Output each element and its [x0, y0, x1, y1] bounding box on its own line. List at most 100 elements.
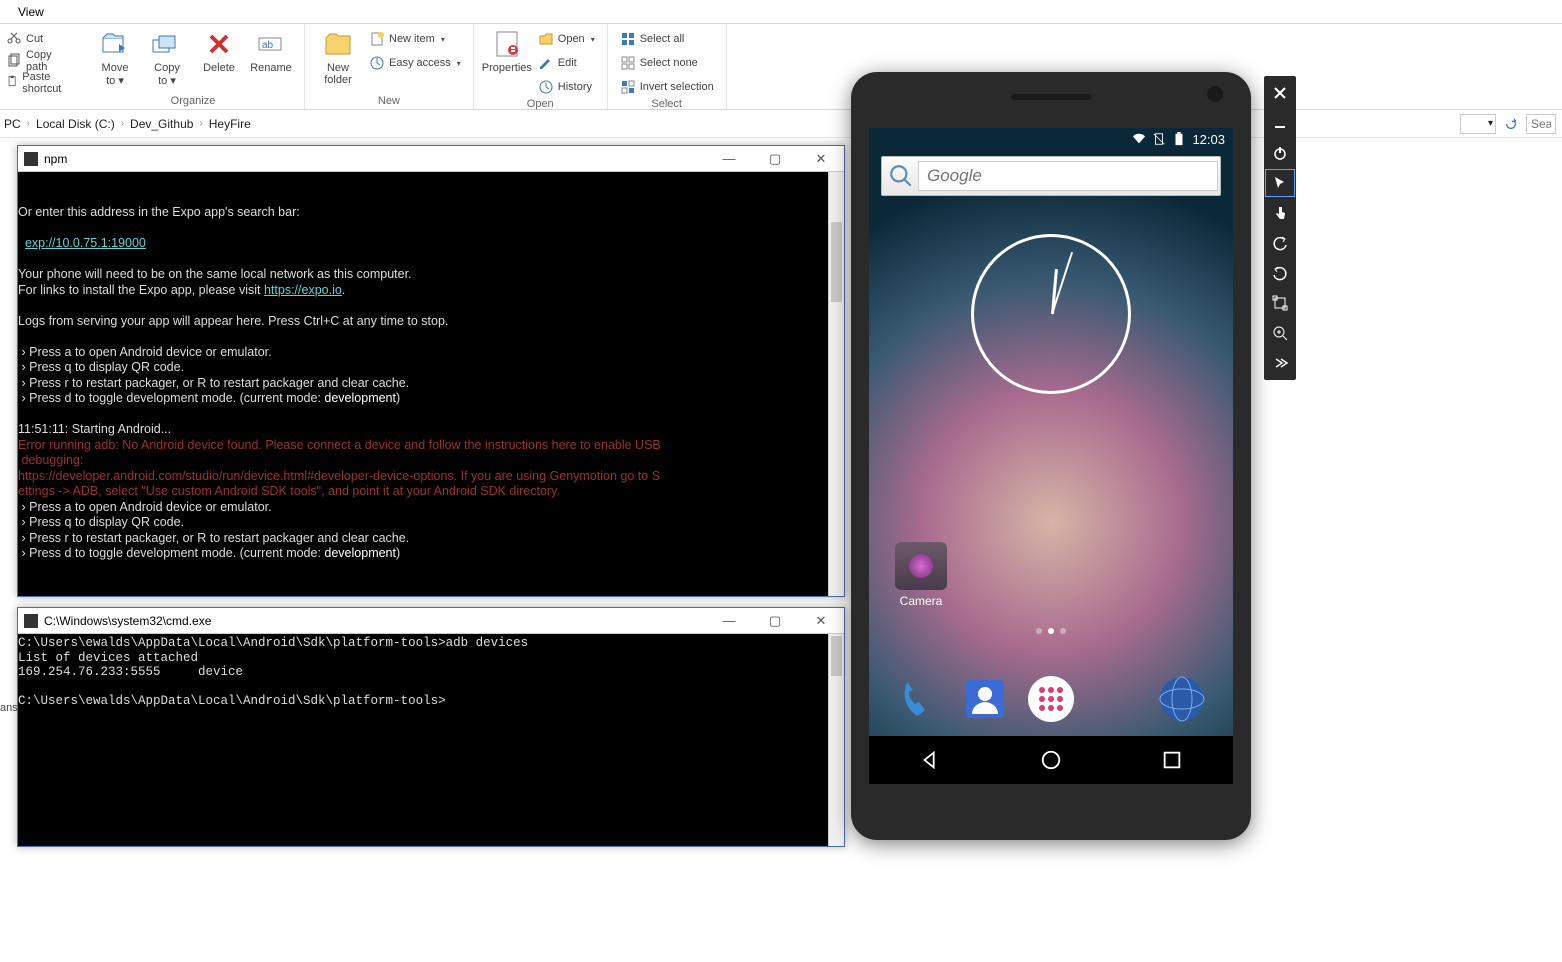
history-icon: [538, 79, 554, 95]
phone-screen[interactable]: 12:03 Camera: [869, 128, 1233, 784]
breadcrumb[interactable]: PC› Local Disk (C:)› Dev_Github› HeyFire…: [0, 110, 1562, 138]
select-all-icon: [620, 31, 636, 47]
contacts-app-icon[interactable]: [960, 674, 1010, 724]
emu-close-button[interactable]: [1264, 78, 1296, 108]
emu-zoom-button[interactable]: [1264, 318, 1296, 348]
copy-path-icon: [6, 53, 22, 69]
explorer-ribbon: Cut Copy path Paste shortcut Move to ▾ C…: [0, 24, 1562, 110]
emu-rotate-right-button[interactable]: [1264, 258, 1296, 288]
scroll-thumb[interactable]: [831, 222, 842, 302]
emu-touch-button[interactable]: [1264, 198, 1296, 228]
group-label-open: Open: [482, 98, 599, 112]
delete-icon: [203, 28, 235, 60]
close-button[interactable]: ✕: [804, 151, 838, 167]
camera-app[interactable]: Camera: [895, 542, 947, 608]
move-to-icon: [99, 28, 131, 60]
terminal-cmd-titlebar[interactable]: C:\Windows\system32\cmd.exe — ▢ ✕: [18, 608, 844, 634]
breadcrumb-pc[interactable]: PC: [4, 117, 21, 131]
clock-widget[interactable]: [971, 234, 1131, 394]
emu-more-button[interactable]: [1264, 348, 1296, 378]
terminal-cmd-body[interactable]: C:\Users\ewalds\AppData\Local\Android\Sd…: [18, 634, 844, 711]
group-label-select: Select: [616, 98, 718, 112]
apps-drawer-icon[interactable]: [1026, 674, 1076, 724]
refresh-icon[interactable]: [1504, 117, 1518, 131]
home-button[interactable]: [1040, 749, 1062, 771]
phone-front-camera: [1207, 86, 1223, 102]
browser-app-icon[interactable]: [1157, 674, 1207, 724]
copy-path-button[interactable]: Copy path: [6, 50, 76, 72]
properties-button[interactable]: Properties: [482, 26, 532, 98]
search-input[interactable]: [1526, 114, 1556, 134]
terminal-icon: [24, 614, 38, 628]
camera-icon: [895, 542, 947, 590]
error-text: Error running adb: No Android device fou…: [18, 438, 661, 499]
emu-minimize-button[interactable]: [1264, 108, 1296, 138]
group-label-organize: Organize: [90, 95, 296, 109]
truncated-text: ans: [0, 702, 18, 714]
chevron-right-icon: ›: [121, 118, 124, 129]
delete-button[interactable]: Delete: [194, 26, 244, 87]
minimize-button[interactable]: —: [712, 151, 746, 167]
group-label-new: New: [313, 95, 465, 109]
paste-shortcut-icon: [6, 75, 18, 91]
emu-cursor-button[interactable]: [1264, 168, 1296, 198]
breadcrumb-proj[interactable]: HeyFire: [209, 117, 251, 131]
google-search-widget[interactable]: [881, 156, 1221, 196]
new-item-icon: [369, 31, 385, 47]
new-folder-button[interactable]: New folder: [313, 26, 363, 86]
new-item-button[interactable]: New item: [365, 28, 465, 50]
emu-power-button[interactable]: [1264, 138, 1296, 168]
invert-selection-button[interactable]: Invert selection: [616, 76, 718, 98]
tab-view[interactable]: View: [10, 5, 52, 19]
breadcrumb-c[interactable]: Local Disk (C:): [36, 117, 115, 131]
page-indicator: [869, 628, 1233, 634]
back-button[interactable]: [919, 749, 941, 771]
emu-fullscreen-button[interactable]: [1264, 288, 1296, 318]
phone-app-icon[interactable]: [895, 674, 945, 724]
select-all-button[interactable]: Select all: [616, 28, 718, 50]
group-organize: Move to ▾ Copy to ▾ Delete abRename Orga…: [82, 24, 305, 109]
open-icon: [538, 31, 554, 47]
android-statusbar: 12:03: [869, 128, 1233, 150]
expo-link[interactable]: exp://10.0.75.1:19000: [25, 236, 146, 250]
open-button[interactable]: Open: [534, 28, 599, 50]
breadcrumb-dev[interactable]: Dev_Github: [130, 117, 193, 131]
rename-icon: ab: [255, 28, 287, 60]
android-dock: [869, 674, 1233, 724]
close-button[interactable]: ✕: [804, 613, 838, 629]
history-button[interactable]: History: [534, 76, 599, 98]
wifi-icon: [1132, 132, 1146, 146]
chevron-down-icon: [439, 33, 445, 45]
terminal-cmd-scrollbar[interactable]: [828, 634, 844, 846]
google-search-input[interactable]: [918, 161, 1218, 191]
rename-button[interactable]: abRename: [246, 26, 296, 87]
minimize-button[interactable]: —: [712, 613, 746, 629]
clipboard-column: Cut Copy path Paste shortcut: [0, 24, 82, 109]
maximize-button[interactable]: ▢: [758, 151, 792, 167]
emu-rotate-left-button[interactable]: [1264, 228, 1296, 258]
recent-button[interactable]: [1161, 749, 1183, 771]
terminal-cmd-window: C:\Windows\system32\cmd.exe — ▢ ✕ C:\Use…: [17, 607, 845, 847]
copy-to-icon: [151, 28, 183, 60]
select-none-button[interactable]: Select none: [616, 52, 718, 74]
cut-button[interactable]: Cut: [6, 28, 76, 50]
new-folder-icon: [322, 28, 354, 60]
search-icon: [884, 159, 918, 193]
terminal-cmd-title: C:\Windows\system32\cmd.exe: [44, 614, 211, 628]
android-emulator: 12:03 Camera: [851, 72, 1251, 840]
edit-icon: [538, 55, 554, 71]
battery-icon: [1172, 132, 1186, 146]
copy-to-button[interactable]: Copy to ▾: [142, 26, 192, 87]
terminal-npm-titlebar[interactable]: npm — ▢ ✕: [18, 146, 844, 172]
easy-access-button[interactable]: Easy access: [365, 52, 465, 74]
maximize-button[interactable]: ▢: [758, 613, 792, 629]
move-to-button[interactable]: Move to ▾: [90, 26, 140, 87]
paste-shortcut-button[interactable]: Paste shortcut: [6, 72, 76, 94]
edit-button[interactable]: Edit: [534, 52, 599, 74]
terminal-npm-body[interactable]: Or enter this address in the Expo app's …: [18, 172, 844, 579]
status-time: 12:03: [1192, 132, 1225, 147]
terminal-npm-scrollbar[interactable]: [828, 172, 844, 596]
breadcrumb-dropdown[interactable]: ▾: [1460, 114, 1496, 134]
scroll-thumb[interactable]: [831, 636, 842, 676]
expo-io-link[interactable]: https://expo.io: [264, 283, 342, 297]
